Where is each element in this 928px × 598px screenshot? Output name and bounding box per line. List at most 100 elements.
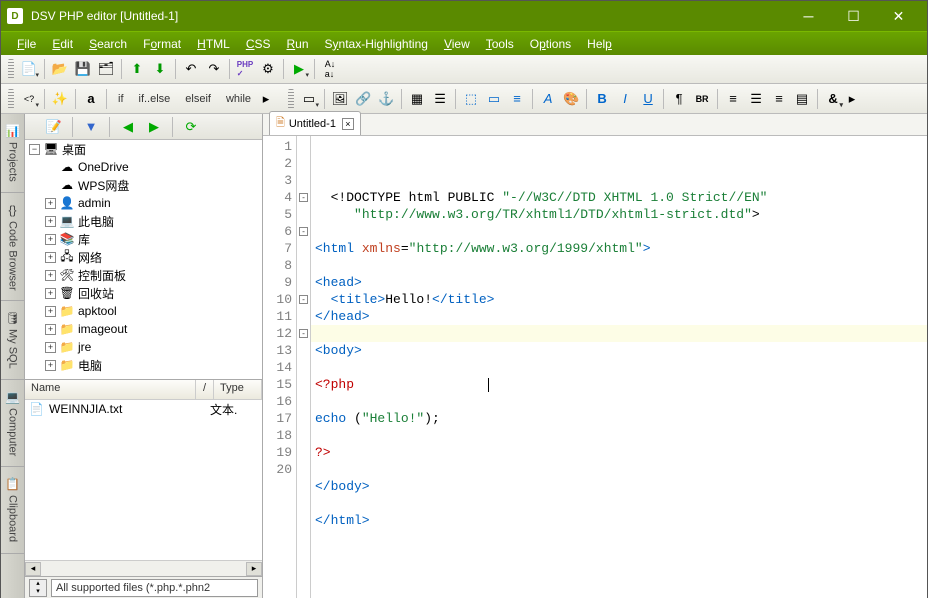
upload-button[interactable]: ⬆ (126, 58, 148, 80)
tab-close-button[interactable]: × (342, 118, 354, 130)
toolbar-overflow-button[interactable]: ▸ (845, 88, 859, 110)
file-list[interactable]: Name / Type 📄WEINNJIA.txt文本. (25, 380, 262, 560)
filelist-scrollbar[interactable]: ◂ ▸ (25, 560, 262, 576)
titlebar: D DSV PHP editor [Untitled-1] ─ ☐ ✕ (1, 1, 927, 31)
entity-button[interactable]: &▾ (822, 88, 844, 110)
menu-file[interactable]: File (9, 34, 44, 54)
align-center-button[interactable]: ☰ (745, 88, 767, 110)
panel-back-button[interactable]: ◀ (117, 116, 139, 138)
sort-button[interactable]: A↓a↓ (319, 58, 341, 80)
panel-forward-button[interactable]: ▶ (143, 116, 165, 138)
frame-button[interactable]: ⬚ (460, 88, 482, 110)
menu-css[interactable]: CSS (238, 34, 279, 54)
toolbar-grip[interactable] (288, 89, 294, 109)
menu-tools[interactable]: Tools (478, 34, 522, 54)
php-check-button[interactable]: PHP✓ (234, 58, 256, 80)
tree-item[interactable]: ☁WPS网盘 (25, 176, 262, 194)
magic-wand-button[interactable]: ✨ (49, 88, 71, 110)
side-tab-mysql[interactable]: 🛢My SQL (1, 301, 24, 380)
snippet-if[interactable]: if (111, 90, 131, 108)
form-button[interactable]: ▭ (483, 88, 505, 110)
code-editor[interactable]: <!DOCTYPE html PUBLIC "-//W3C//DTD XHTML… (311, 136, 927, 598)
fold-column[interactable]: - - - - (297, 136, 311, 598)
toolbar-grip[interactable] (8, 59, 14, 79)
settings-button[interactable]: ⚙ (257, 58, 279, 80)
menu-edit[interactable]: Edit (44, 34, 81, 54)
script-button[interactable]: ≡ (506, 88, 528, 110)
filter-stepper[interactable]: ▴▾ (29, 579, 47, 597)
editor-tab-untitled[interactable]: 🗎 Untitled-1 × (269, 111, 361, 135)
panel-filter-button[interactable]: ▼ (80, 116, 102, 138)
toolbar-grip[interactable] (8, 89, 14, 109)
open-file-button[interactable]: 📂 (49, 58, 71, 80)
paragraph-button[interactable]: ¶ (668, 88, 690, 110)
menu-search[interactable]: Search (81, 34, 135, 54)
insert-link-button[interactable]: 🔗 (352, 88, 374, 110)
new-file-button[interactable]: 📄▾ (18, 58, 40, 80)
redo-button[interactable]: ↷ (203, 58, 225, 80)
align-left-button[interactable]: ≡ (722, 88, 744, 110)
maximize-button[interactable]: ☐ (831, 1, 876, 31)
italic-button[interactable]: I (614, 88, 636, 110)
menu-syntax[interactable]: Syntax-Highlighting (317, 34, 436, 54)
php-open-tag-button[interactable]: <?▾ (18, 88, 40, 110)
menu-run[interactable]: Run (279, 34, 317, 54)
scroll-left-icon[interactable]: ◂ (25, 562, 41, 576)
snippet-elseif[interactable]: elseif (178, 90, 218, 108)
save-all-button[interactable]: 🗂 (95, 58, 117, 80)
file-filter-input[interactable] (51, 579, 258, 597)
underline-button[interactable]: U (637, 88, 659, 110)
menu-help[interactable]: Help (579, 34, 620, 54)
color-button[interactable]: 🎨 (560, 88, 582, 110)
bold-button[interactable]: B (591, 88, 613, 110)
minimize-button[interactable]: ─ (786, 1, 831, 31)
scroll-right-icon[interactable]: ▸ (246, 562, 262, 576)
side-tab-code-browser[interactable]: {}Code Browser (1, 193, 24, 302)
tree-item[interactable]: +📁imageout (25, 320, 262, 338)
menu-options[interactable]: Options (522, 34, 579, 54)
insert-image-button[interactable]: 🖼 (329, 88, 351, 110)
undo-button[interactable]: ↶ (180, 58, 202, 80)
insert-list-button[interactable]: ☰ (429, 88, 451, 110)
align-justify-button[interactable]: ▤ (791, 88, 813, 110)
br-button[interactable]: BR (691, 88, 713, 110)
side-tab-computer[interactable]: 💻Computer (1, 380, 24, 467)
insert-table-button[interactable]: ▦ (406, 88, 428, 110)
file-row[interactable]: 📄WEINNJIA.txt文本. (25, 400, 262, 418)
col-sort[interactable]: / (196, 380, 214, 399)
menu-html[interactable]: HTML (189, 34, 238, 54)
snippet-ifelse[interactable]: if..else (132, 90, 178, 108)
tree-item[interactable]: +📚库 (25, 230, 262, 248)
panel-refresh-button[interactable]: ⟳ (180, 116, 202, 138)
align-right-button[interactable]: ≡ (768, 88, 790, 110)
tree-item[interactable]: +🛠控制面板 (25, 266, 262, 284)
save-button[interactable]: 💾 (72, 58, 94, 80)
close-button[interactable]: ✕ (876, 1, 921, 31)
tree-item[interactable]: +📁apktool (25, 302, 262, 320)
col-name[interactable]: Name (25, 380, 196, 399)
insert-anchor-button[interactable]: ⚓ (375, 88, 397, 110)
menu-view[interactable]: View (436, 34, 478, 54)
snippet-while[interactable]: while (219, 90, 258, 108)
side-tab-clipboard[interactable]: 📋Clipboard (1, 467, 24, 553)
file-tree[interactable]: −🖥桌面 ☁OneDrive☁WPS网盘+👤admin+💻此电脑+📚库+🖧网络+… (25, 140, 262, 380)
variable-button[interactable]: a (80, 88, 102, 110)
col-type[interactable]: Type (214, 380, 262, 399)
run-button[interactable]: ▶▾ (288, 58, 310, 80)
download-button[interactable]: ⬇ (149, 58, 171, 80)
tree-item[interactable]: +🖧网络 (25, 248, 262, 266)
insert-element-button[interactable]: ▭▾ (298, 88, 320, 110)
font-button[interactable]: A (537, 88, 559, 110)
tree-item[interactable]: +📁电脑 (25, 356, 262, 374)
panel-edit-button[interactable]: 📝 (43, 116, 65, 138)
tree-item[interactable]: +💻此电脑 (25, 212, 262, 230)
tree-item[interactable]: +👤admin (25, 194, 262, 212)
tree-root[interactable]: −🖥桌面 (25, 140, 262, 158)
tree-item[interactable]: +📁jre (25, 338, 262, 356)
editor-tabs: 🗎 Untitled-1 × (263, 114, 927, 136)
snippet-more-button[interactable]: ▸ (259, 88, 273, 110)
tree-item[interactable]: ☁OneDrive (25, 158, 262, 176)
menu-format[interactable]: Format (135, 34, 189, 54)
side-tab-projects[interactable]: 📊Projects (1, 114, 24, 193)
tree-item[interactable]: +🗑回收站 (25, 284, 262, 302)
